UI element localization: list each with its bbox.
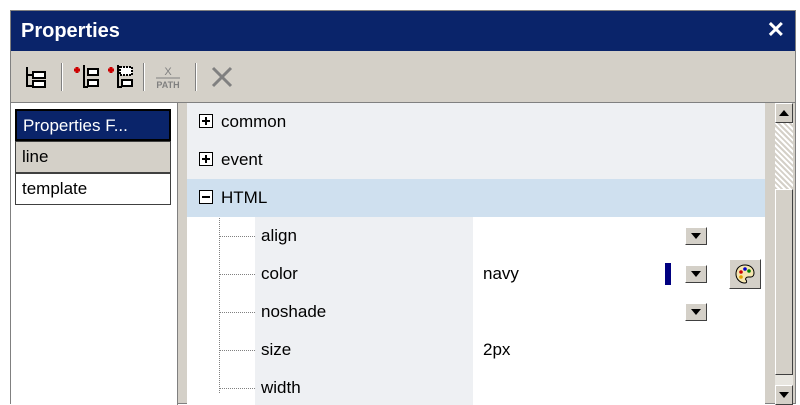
property-row-noshade[interactable]: noshade [187,293,765,331]
window-title: Properties [21,20,120,42]
toolbar-separator [143,63,145,91]
title-bar: Properties ✕ [11,11,795,51]
group-label: common [221,112,287,131]
group-row-html[interactable]: HTML [187,179,765,217]
collapse-icon[interactable] [199,190,213,204]
component-item-label: line [22,147,49,166]
property-value: navy [483,264,519,283]
component-item-properties-f[interactable]: Properties F... [15,109,171,141]
scroll-up-button[interactable] [775,103,793,123]
group-label: event [221,150,263,169]
scroll-track[interactable] [775,123,793,189]
dropdown-button[interactable] [685,227,707,245]
tree-line [219,350,255,351]
component-list: Properties F... line template [11,103,178,405]
palette-icon [735,264,755,284]
scroll-thumb[interactable] [775,189,793,375]
group-row-common[interactable]: common [187,103,765,141]
insert-attribute-button[interactable] [103,60,137,94]
property-name: color [261,264,298,283]
svg-text:X: X [164,66,172,78]
property-name: width [261,378,301,397]
insert-attribute-icon [108,65,133,88]
toolbar: X PATH [11,51,795,103]
tree-line [219,236,255,237]
component-item-line[interactable]: line [15,141,171,173]
component-item-template[interactable]: template [15,173,171,205]
expand-icon[interactable] [199,114,213,128]
toolbar-separator [195,63,197,91]
color-swatch [665,263,671,285]
group-row-event[interactable]: event [187,141,765,179]
tree-line [219,274,255,275]
tree-line [219,388,255,389]
component-item-label: Properties F... [23,116,128,135]
group-label: HTML [221,188,268,207]
property-row-align[interactable]: align [187,217,765,255]
expand-icon[interactable] [199,152,213,166]
dropdown-button[interactable] [685,265,707,283]
property-grid: common event HTML align color navy nosha… [187,103,765,405]
svg-text:PATH: PATH [156,80,179,90]
property-value-field[interactable]: 2px [475,331,725,369]
delete-icon [211,66,233,88]
property-name: noshade [261,302,327,321]
vertical-scrollbar[interactable] [775,103,793,405]
insert-child-icon [74,65,99,88]
component-item-label: template [22,179,88,198]
toolbar-separator [61,63,63,91]
property-value-field[interactable] [475,369,725,405]
scroll-down-button[interactable] [775,385,793,405]
property-row-color[interactable]: color navy [187,255,765,293]
property-name: align [261,226,297,245]
properties-window: Properties ✕ X PATH Properties F... line… [10,10,796,405]
color-picker-button[interactable] [729,259,761,289]
xpath-button[interactable]: X PATH [151,60,185,94]
property-name: size [261,340,292,359]
property-value: 2px [483,340,511,359]
add-sibling-tree-icon [26,67,46,88]
delete-button[interactable] [205,60,239,94]
xpath-icon: X PATH [156,66,180,90]
dropdown-button[interactable] [685,303,707,321]
property-row-width[interactable]: width [187,369,765,405]
property-row-size[interactable]: size 2px [187,331,765,369]
close-button[interactable]: ✕ [767,18,785,42]
add-sibling-tree-button[interactable] [19,60,53,94]
tree-line [219,312,255,313]
insert-child-button[interactable] [69,60,103,94]
